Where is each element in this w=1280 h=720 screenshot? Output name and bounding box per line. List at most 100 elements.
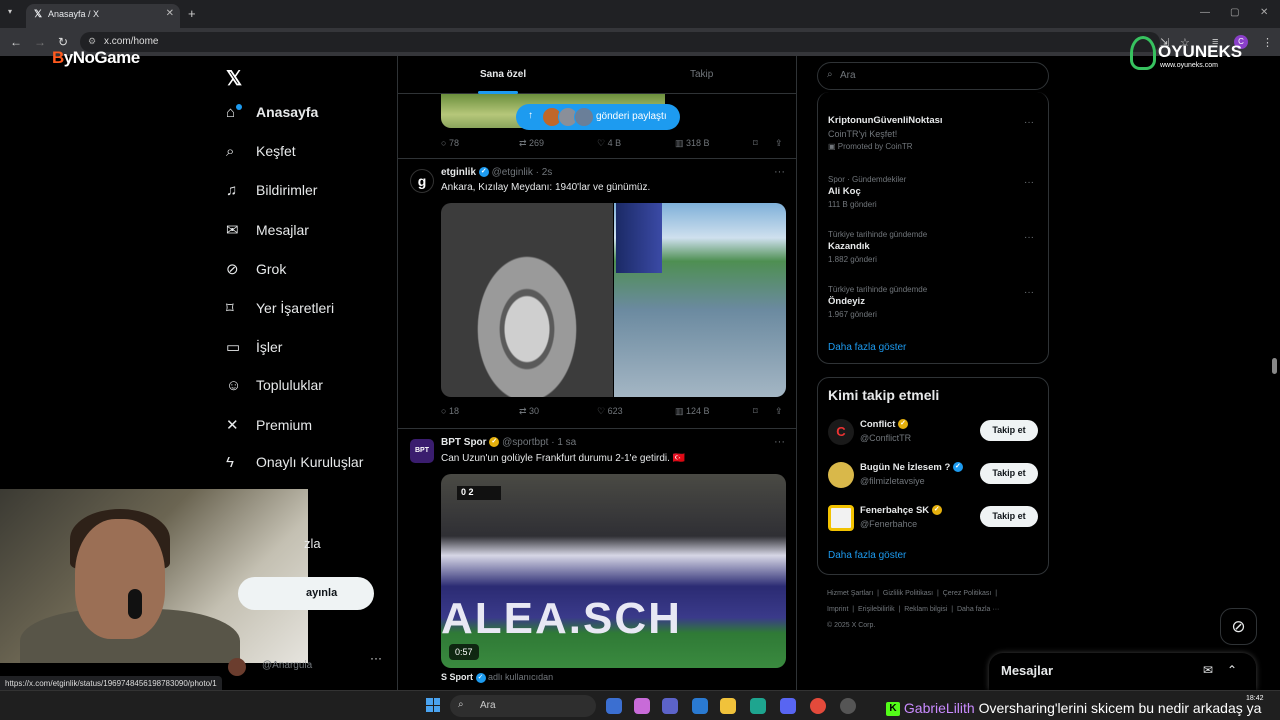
windows-start-icon[interactable] [426, 698, 440, 712]
window-close-icon[interactable]: ✕ [1260, 7, 1268, 18]
store-icon[interactable] [692, 698, 708, 714]
site-info-icon[interactable]: ⚙ [88, 36, 96, 47]
forward-icon[interactable]: → [34, 35, 46, 49]
taskbar-search[interactable]: ⌕ Ara [450, 695, 596, 717]
follow-button[interactable]: Takip et [980, 506, 1038, 527]
tweet-more-icon[interactable]: ··· [774, 166, 785, 178]
follow-button[interactable]: Takip et [980, 463, 1038, 484]
trend-more-icon[interactable]: ··· [1024, 232, 1034, 243]
trend-item[interactable]: Türkiye tarihinde gündemde Kazandık 1.88… [828, 230, 1040, 264]
sidebar-item-9[interactable]: ✕ Premium [226, 416, 312, 442]
page-scrollbar[interactable] [1271, 58, 1277, 690]
tab-following[interactable]: Takip [690, 69, 713, 80]
teams-icon[interactable] [662, 698, 678, 714]
tweet-author[interactable]: etginlik ✓ @etginlik · 2s [441, 167, 552, 178]
new-tab-icon[interactable]: + [188, 6, 196, 21]
tweet-avatar[interactable]: BPT [410, 439, 434, 463]
follow-suggestion[interactable]: C Conflict ✓ @ConflictTR Takip et [828, 417, 1040, 447]
explorer-icon[interactable] [720, 698, 736, 714]
tweet-more-icon[interactable]: ··· [774, 436, 785, 448]
discord-icon[interactable] [780, 698, 796, 714]
retweet-button[interactable]: ⇄ 30 [519, 406, 539, 417]
trend-item[interactable]: Spor · Gündemdekiler Ali Koç 111 B gönde… [828, 175, 1040, 209]
trend-more-icon[interactable]: ··· [1024, 117, 1034, 128]
sidebar-item-7[interactable]: ▭ İşler [226, 338, 282, 364]
account-handle[interactable]: @Anarguia [262, 660, 312, 671]
next-tweet-author[interactable]: S Sport ✓ adlı kullanıcıdan [441, 672, 553, 683]
browser-menu-icon[interactable]: ⋮ [1262, 36, 1273, 49]
footer-link[interactable]: Daha fazla ··· [957, 606, 999, 613]
tweet-avatar[interactable]: g [410, 169, 434, 193]
taskview-icon[interactable] [606, 698, 622, 714]
address-bar[interactable]: ⚙ x.com/home [80, 32, 1160, 52]
minimize-icon[interactable]: — [1200, 7, 1210, 18]
trend-item[interactable]: KriptonunGüvenliNoktası CoinTR'yi Keşfet… [828, 115, 1040, 151]
bookmark-icon[interactable]: ⌑ [753, 406, 758, 417]
follow-suggestion[interactable]: Bugün Ne İzlesem ? ✓ @filmizletavsiye Ta… [828, 460, 1040, 490]
footer-link[interactable]: Hizmet Şartları [827, 590, 873, 597]
tweet-photo-today[interactable] [614, 203, 786, 397]
like-button[interactable]: ♡ 623 [597, 406, 623, 417]
post-button[interactable]: ayınla [238, 577, 374, 610]
sidebar-item-4[interactable]: ✉ Mesajlar [226, 221, 309, 247]
messages-drawer[interactable]: Mesajlar ✉ ⌃ [989, 653, 1256, 690]
account-avatar[interactable] [228, 658, 246, 676]
trend-item[interactable]: Türkiye tarihinde gündemde Öndeyiz 1.967… [828, 285, 1040, 319]
footer-link[interactable]: Reklam bilgisi [904, 606, 947, 613]
account-more-icon[interactable]: ··· [370, 651, 382, 665]
sidebar-item-5[interactable]: ⊘ Grok [226, 260, 286, 286]
close-tab-icon[interactable]: ✕ [166, 8, 174, 19]
trends-show-more-link[interactable]: Daha fazla göster [828, 342, 906, 353]
follow-button[interactable]: Takip et [980, 420, 1038, 441]
sidebar-item-8[interactable]: ☺ Topluluklar [226, 377, 323, 403]
footer-link[interactable]: Gizlilik Politikası [883, 590, 933, 597]
expand-icon[interactable]: ⌃ [1227, 663, 1237, 677]
x-logo-icon[interactable]: 𝕏 [226, 66, 242, 91]
reply-button[interactable]: ○ 78 [441, 138, 459, 148]
new-posts-pill[interactable]: ↑ gönderi paylaştı [516, 104, 680, 130]
tweet-author[interactable]: BPT Spor ✓ @sportbpt · 1 sa [441, 437, 576, 448]
messages-title: Mesajlar [1001, 663, 1054, 678]
sidebar-item-6[interactable]: ⌑ Yer İşaretleri [226, 299, 334, 325]
sidebar-item-2[interactable]: ⌕ Keşfet [226, 143, 296, 169]
share-icon[interactable]: ⇪ [775, 138, 783, 149]
trend-more-icon[interactable]: ··· [1024, 177, 1034, 188]
views-button[interactable]: ▥ 318 B [675, 138, 710, 149]
tweet-video[interactable]: 0 2 ALEA.SCH 0:57 [441, 474, 786, 668]
search-input[interactable]: ⌕ Ara [817, 62, 1049, 90]
clock[interactable]: 18:42 [1246, 695, 1264, 702]
copilot-icon[interactable] [634, 698, 650, 714]
avatar[interactable] [828, 462, 854, 488]
grok-floating-button[interactable]: ⊘ [1220, 608, 1257, 645]
tweet-photo-1940s[interactable] [441, 203, 613, 397]
sidebar-item-partial[interactable]: zla [304, 536, 321, 551]
sidebar-item-1[interactable]: ⌂ Anasayfa [226, 104, 318, 130]
bookmark-icon[interactable]: ⌑ [753, 138, 758, 149]
sidebar-item-10[interactable]: ϟ Onaylı Kuruluşlar [226, 454, 363, 480]
chrome-icon[interactable] [810, 698, 826, 714]
avatar[interactable] [828, 505, 854, 531]
browser-tab[interactable]: 𝕏 Anasayfa / X ✕ [26, 4, 180, 28]
footer-link[interactable]: Çerez Politikası [943, 590, 992, 597]
like-button[interactable]: ♡ 4 B [597, 138, 621, 149]
back-icon[interactable]: ← [10, 35, 22, 49]
tab-search-icon[interactable]: ▾ [8, 7, 12, 16]
views-button[interactable]: ▥ 124 B [675, 406, 710, 417]
follow-suggestion[interactable]: Fenerbahçe SK ✓ @Fenerbahce Takip et [828, 503, 1040, 533]
reload-icon[interactable]: ↻ [58, 35, 68, 49]
avatar[interactable]: C [828, 419, 854, 445]
app-icon[interactable] [840, 698, 856, 714]
maximize-icon[interactable]: ▢ [1230, 7, 1239, 18]
retweet-button[interactable]: ⇄ 269 [519, 138, 544, 149]
footer-link[interactable]: Imprint [827, 606, 848, 613]
who-show-more-link[interactable]: Daha fazla göster [828, 550, 906, 561]
footer-link[interactable]: Erişilebilirlik [858, 606, 895, 613]
scrollbar-thumb[interactable] [1272, 358, 1277, 374]
tab-for-you[interactable]: Sana özel [480, 69, 526, 80]
sidebar-item-3[interactable]: ♫ Bildirimler [226, 182, 317, 208]
new-message-icon[interactable]: ✉ [1203, 663, 1213, 677]
reply-button[interactable]: ○ 18 [441, 406, 459, 416]
edge-icon[interactable] [750, 698, 766, 714]
share-icon[interactable]: ⇪ [775, 406, 783, 417]
trend-more-icon[interactable]: ··· [1024, 287, 1034, 298]
